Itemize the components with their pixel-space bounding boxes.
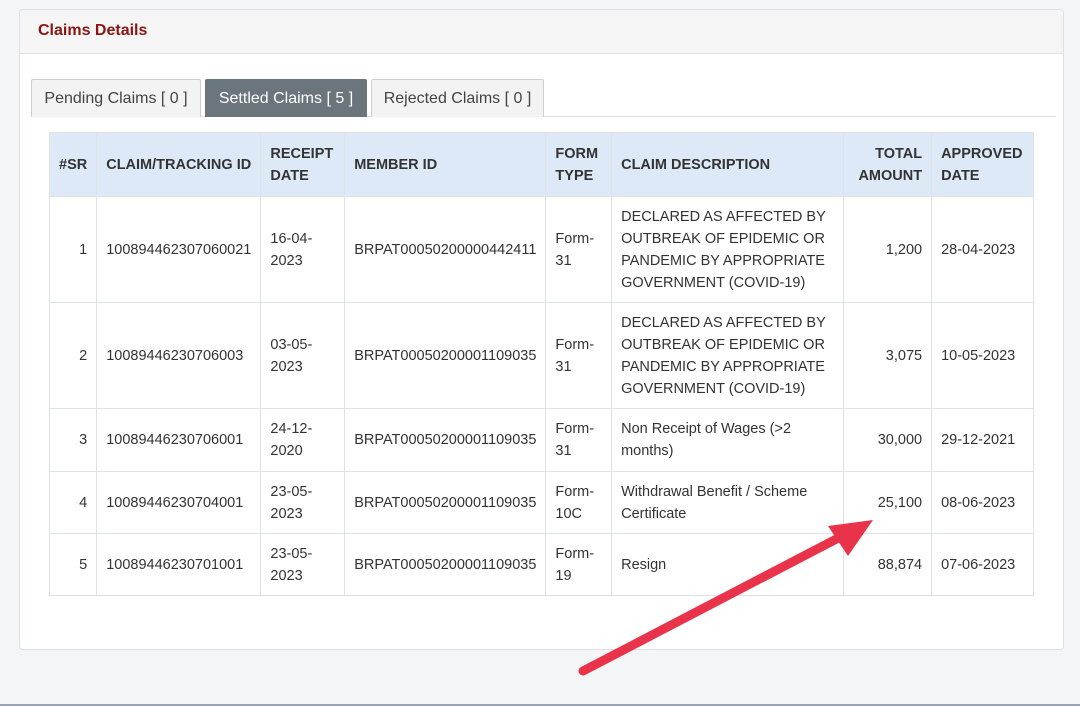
- annotation-arrow-icon: [578, 520, 873, 676]
- arrow-shaft: [578, 529, 851, 676]
